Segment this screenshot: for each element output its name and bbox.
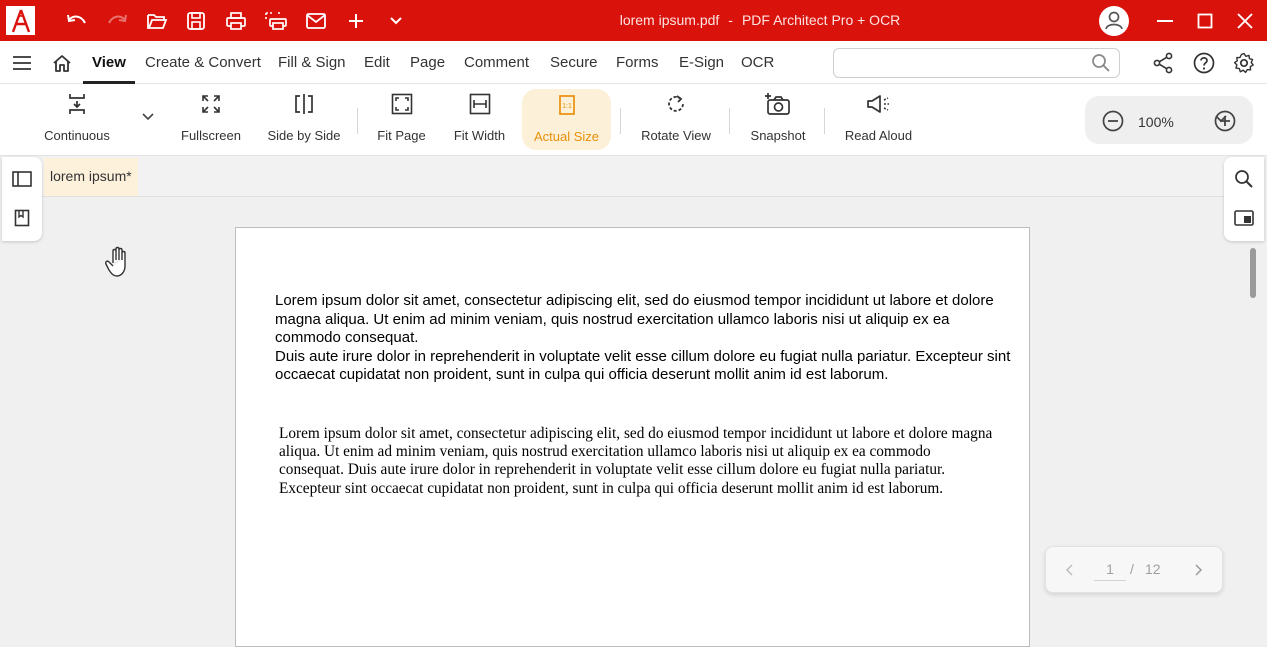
tab-create-convert[interactable]: Create & Convert xyxy=(145,41,261,84)
fit-width-button[interactable]: Fit Width xyxy=(448,88,511,150)
undo-icon[interactable] xyxy=(58,0,96,41)
fit-width-icon xyxy=(469,88,491,120)
email-icon[interactable] xyxy=(297,0,335,41)
rotate-view-label: Rotate View xyxy=(641,128,711,143)
open-folder-icon[interactable] xyxy=(138,0,176,41)
read-aloud-label: Read Aloud xyxy=(844,128,913,143)
page-separator: / xyxy=(1130,561,1134,577)
search-input[interactable] xyxy=(833,48,1120,78)
title-separator: - xyxy=(728,12,733,28)
rotate-view-icon xyxy=(666,88,686,120)
scan-print-icon[interactable] xyxy=(257,0,295,41)
continuous-button[interactable]: Continuous xyxy=(40,88,114,150)
svg-text:1:1: 1:1 xyxy=(562,103,572,110)
snapshot-button[interactable]: Snapshot xyxy=(744,88,812,150)
fullscreen-button[interactable]: Fullscreen xyxy=(174,88,248,150)
paragraph-sans: Lorem ipsum dolor sit amet, consectetur … xyxy=(275,292,1015,385)
fit-page-icon xyxy=(391,88,413,120)
actual-size-label: Actual Size xyxy=(533,129,600,144)
document-tabs: lorem ipsum* xyxy=(42,156,1225,197)
continuous-dropdown-chevron-icon[interactable] xyxy=(141,112,155,122)
ribbon-separator xyxy=(357,108,358,134)
hamburger-menu-icon[interactable] xyxy=(7,41,37,84)
vertical-scrollbar-thumb[interactable] xyxy=(1250,248,1256,298)
actual-size-icon: 1:1 xyxy=(558,89,576,121)
account-button[interactable] xyxy=(1094,0,1134,41)
paragraph-serif: Lorem ipsum dolor sit amet, consectetur … xyxy=(279,425,993,497)
redo-icon[interactable] xyxy=(98,0,136,41)
tab-secure[interactable]: Secure xyxy=(550,41,598,84)
paragraph-sans-1: Lorem ipsum dolor sit amet, consectetur … xyxy=(275,292,994,346)
actual-size-button[interactable]: 1:1 Actual Size xyxy=(522,89,611,150)
side-by-side-button[interactable]: Side by Side xyxy=(263,88,345,150)
tab-fill-sign[interactable]: Fill & Sign xyxy=(278,41,346,84)
tab-view[interactable]: View xyxy=(83,41,135,84)
fit-width-label: Fit Width xyxy=(453,128,506,143)
fit-page-button[interactable]: Fit Page xyxy=(370,88,433,150)
close-button[interactable] xyxy=(1225,0,1265,41)
fullscreen-label: Fullscreen xyxy=(181,128,241,143)
tab-ocr[interactable]: OCR xyxy=(741,41,774,84)
home-icon[interactable] xyxy=(47,41,77,84)
side-by-side-icon xyxy=(293,88,315,120)
menu-bar: View Create & Convert Fill & Sign Edit P… xyxy=(0,41,1267,84)
ribbon-separator xyxy=(620,108,621,134)
tab-edit[interactable]: Edit xyxy=(364,41,390,84)
snapshot-camera-icon xyxy=(765,88,791,120)
minimize-button[interactable] xyxy=(1145,0,1185,41)
file-name: lorem ipsum.pdf xyxy=(619,12,720,28)
view-ribbon: Continuous Fullscreen Side by Side Fit P… xyxy=(0,84,1267,156)
help-icon[interactable] xyxy=(1189,41,1219,84)
properties-panel-icon[interactable] xyxy=(1224,198,1264,238)
fit-page-label: Fit Page xyxy=(377,128,426,143)
ribbon-separator xyxy=(824,108,825,134)
window-title: lorem ipsum.pdf - PDF Architect Pro + OCR xyxy=(540,0,980,41)
fullscreen-icon xyxy=(201,88,221,120)
rotate-view-button[interactable]: Rotate View xyxy=(637,88,715,150)
zoom-in-icon[interactable] xyxy=(1214,110,1236,132)
print-icon[interactable] xyxy=(217,0,255,41)
settings-gear-icon[interactable] xyxy=(1229,41,1259,84)
product-name: PDF Architect Pro + OCR xyxy=(741,12,901,28)
previous-page-chevron-icon[interactable] xyxy=(1060,560,1080,580)
page-navigator: 1 / 12 xyxy=(1045,546,1223,593)
left-side-panel xyxy=(2,157,42,241)
more-chevron-icon[interactable] xyxy=(377,0,415,41)
thumbnails-panel-icon[interactable] xyxy=(2,159,42,199)
total-pages: 12 xyxy=(1145,561,1161,577)
tab-forms[interactable]: Forms xyxy=(616,41,659,84)
document-tab[interactable]: lorem ipsum* xyxy=(44,158,138,196)
continuous-label: Continuous xyxy=(44,128,110,143)
tab-e-sign[interactable]: E-Sign xyxy=(679,41,724,84)
read-aloud-button[interactable]: Read Aloud xyxy=(840,88,917,150)
continuous-icon xyxy=(67,88,87,120)
tab-comment[interactable]: Comment xyxy=(464,41,529,84)
find-search-icon[interactable] xyxy=(1224,159,1264,199)
snapshot-label: Snapshot xyxy=(750,128,806,143)
pdf-page: Lorem ipsum dolor sit amet, consectetur … xyxy=(235,227,1030,647)
right-side-panel xyxy=(1224,157,1264,241)
zoom-out-icon[interactable] xyxy=(1102,110,1124,132)
side-by-side-label: Side by Side xyxy=(267,128,341,143)
tab-page[interactable]: Page xyxy=(410,41,445,84)
bookmarks-panel-icon[interactable] xyxy=(2,198,42,238)
ribbon-separator xyxy=(729,108,730,134)
new-icon[interactable] xyxy=(337,0,375,41)
zoom-level[interactable]: 100% xyxy=(1138,114,1174,130)
share-icon[interactable] xyxy=(1148,41,1178,84)
save-icon[interactable] xyxy=(177,0,215,41)
current-page-input[interactable]: 1 xyxy=(1094,561,1126,581)
app-logo-icon[interactable] xyxy=(6,6,35,35)
title-bar: lorem ipsum.pdf - PDF Architect Pro + OCR xyxy=(0,0,1267,41)
paragraph-sans-2: Duis aute irure dolor in reprehenderit i… xyxy=(275,347,1011,384)
hand-cursor-icon xyxy=(104,245,134,279)
maximize-button[interactable] xyxy=(1185,0,1225,41)
read-aloud-megaphone-icon xyxy=(866,88,892,120)
next-page-chevron-icon[interactable] xyxy=(1188,560,1208,580)
search-icon[interactable] xyxy=(1091,53,1111,73)
